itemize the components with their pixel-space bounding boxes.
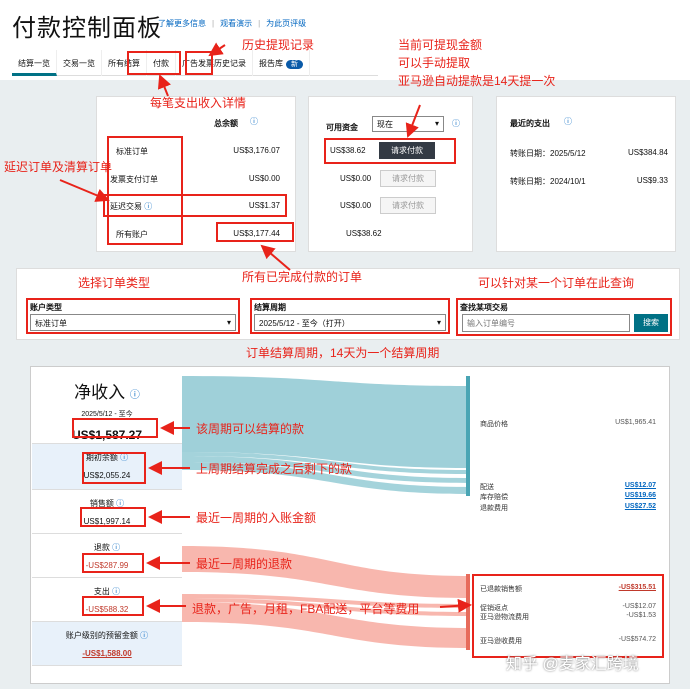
annotation-a2: 上周期结算完成之后剩下的款	[196, 462, 353, 476]
arrow-withdraw	[405, 104, 421, 138]
annotation-detail: 每笔支出收入详情	[150, 96, 247, 110]
arrow-detail	[157, 74, 171, 97]
annotation-history: 历史提现记录	[242, 38, 315, 52]
annotation-period: 订单结算周期，14天为一个结算周期	[246, 346, 440, 360]
watermark: 知乎 @麦家汇跨境	[506, 656, 639, 673]
arrow-delay	[59, 179, 110, 202]
annotation-delay: 延迟订单及清算订单	[4, 160, 113, 174]
annotation-a1: 该周期可以结算的款	[196, 422, 305, 436]
arrow-history	[208, 42, 226, 57]
arrow-expenses	[439, 598, 472, 613]
annotation-withdraw-3: 亚马逊自动提款是14天提一次	[398, 74, 556, 88]
annotation-choose: 选择订单类型	[78, 276, 151, 290]
annotation-done: 所有已完成付款的订单	[242, 270, 363, 284]
arrow-done	[260, 244, 291, 271]
annotation-a3: 最近一周期的入账金额	[196, 511, 317, 525]
annotation-withdraw-1: 当前可提现金额	[398, 38, 483, 52]
annotation-withdraw-2: 可以手动提取	[398, 56, 471, 70]
annotation-a4: 最近一周期的退款	[196, 557, 293, 571]
annotation-query: 可以针对某一个订单在此查询	[478, 276, 635, 290]
annotation-a5: 退款，广告，月租，FBA配送，平台等费用	[192, 602, 420, 616]
